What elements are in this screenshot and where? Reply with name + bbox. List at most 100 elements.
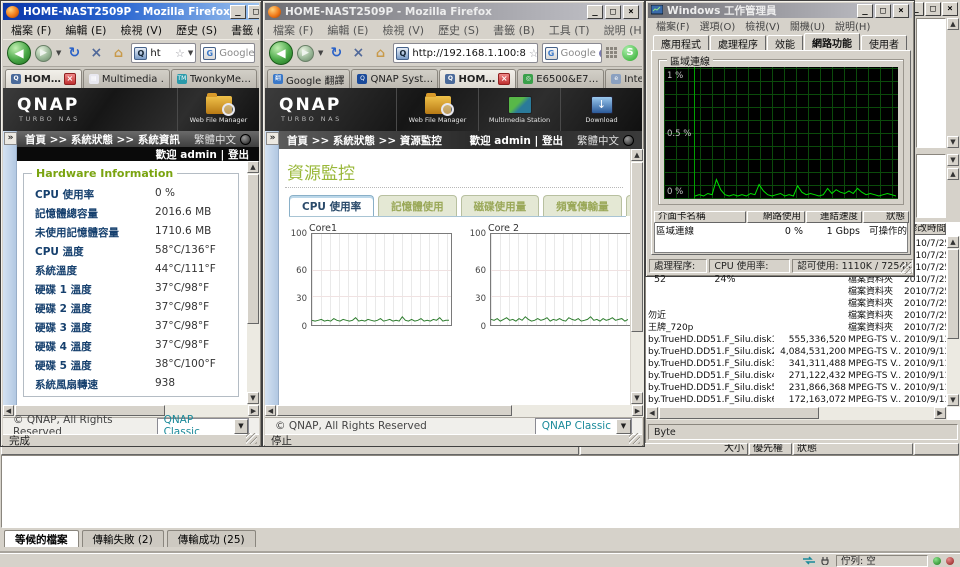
tab-label[interactable]: HOM… bbox=[24, 74, 61, 85]
tab-label[interactable]: Intel® Core… bbox=[624, 74, 642, 85]
file-row[interactable]: by.TrueHD.DD51.F_Silu.disk2.ts 4,084,531,… bbox=[646, 346, 946, 358]
queue-list[interactable] bbox=[1, 455, 959, 528]
menu-item[interactable]: 檢視 (V) bbox=[382, 22, 424, 38]
welcome-logout[interactable]: 歡迎 admin | 登出 bbox=[470, 133, 563, 148]
reload-icon[interactable]: ↻ bbox=[327, 45, 345, 61]
resize-grip[interactable] bbox=[901, 263, 912, 274]
file-list-hscrollbar[interactable]: ◀ ▶ bbox=[646, 407, 947, 420]
search-magnifier-icon[interactable] bbox=[598, 48, 601, 58]
bookmark-star-icon[interactable]: ☆ bbox=[175, 47, 185, 60]
search-text[interactable]: Google bbox=[561, 48, 596, 59]
qnap-app-web-file-manager[interactable]: Web File Manager bbox=[396, 88, 478, 131]
adapter-column-header[interactable]: 狀態 bbox=[863, 211, 909, 223]
welcome-logout[interactable]: 歡迎 admin | 登出 bbox=[156, 147, 249, 162]
taskmgr-tab[interactable]: 網路功能 bbox=[804, 33, 860, 51]
close-button[interactable]: × bbox=[623, 4, 639, 19]
menu-item[interactable]: 歷史 (S) bbox=[438, 22, 479, 38]
taskmgr-tab[interactable]: 使用者 bbox=[861, 35, 907, 51]
stop-icon[interactable]: × bbox=[349, 45, 367, 61]
monitor-tab[interactable]: CPU 使用率 bbox=[289, 195, 375, 216]
file-row[interactable]: by.TrueHD.DD51.F_Silu.disk4.ts 271,122,43… bbox=[646, 370, 946, 382]
minimize-button[interactable]: _ bbox=[857, 3, 873, 18]
queue-column-header[interactable]: 優先權 bbox=[749, 443, 792, 455]
maximize-button[interactable]: □ bbox=[875, 3, 891, 18]
globe-icon[interactable] bbox=[240, 133, 251, 145]
background-listbox-bottom[interactable] bbox=[916, 154, 946, 218]
globe-icon[interactable] bbox=[623, 134, 634, 146]
menu-item[interactable]: 檔案 (F) bbox=[11, 22, 51, 38]
browser-tab[interactable]: Q HOM… × bbox=[439, 69, 517, 88]
close-button[interactable]: × bbox=[942, 2, 958, 16]
search-box[interactable]: G Google bbox=[200, 43, 255, 63]
reload-icon[interactable]: ↻ bbox=[65, 45, 83, 61]
titlebar[interactable]: HOME-NAST2509P - Mozilla Firefox _□× bbox=[265, 3, 642, 20]
menu-item[interactable]: 書籤 (B) bbox=[493, 22, 535, 38]
scroll-up-icon[interactable]: ▲ bbox=[947, 18, 959, 30]
extensions-grid-icon[interactable] bbox=[606, 47, 618, 59]
monitor-tab[interactable]: 記憶體使用 bbox=[378, 195, 457, 216]
menu-item[interactable]: 編輯 (E) bbox=[327, 22, 368, 38]
history-dropdown-icon[interactable]: ▼ bbox=[56, 49, 61, 57]
adapter-column-header[interactable]: 介面卡名稱 bbox=[654, 211, 746, 223]
tab-label[interactable]: Multimedia … bbox=[102, 74, 164, 85]
close-button[interactable]: × bbox=[893, 3, 909, 18]
adapter-column-header[interactable]: 網路使用 bbox=[747, 211, 805, 223]
file-row[interactable]: by.TrueHD.DD51.F_Silu.disk3.ts 341,311,48… bbox=[646, 358, 946, 370]
maximize-button[interactable]: □ bbox=[925, 2, 941, 16]
browser-tab[interactable]: TM TwonkyMe… bbox=[170, 69, 258, 88]
address-bar[interactable]: Q ht ☆ ▼ bbox=[131, 43, 197, 63]
sidebar-expand-button[interactable]: » bbox=[4, 132, 17, 145]
monitor-tab[interactable]: 頻寬傳輸量 bbox=[543, 195, 622, 216]
scroll-left-icon[interactable]: ◀ bbox=[265, 405, 276, 416]
scroll-down-icon[interactable]: ▼ bbox=[631, 392, 643, 404]
transfer-tab[interactable]: 傳輸失敗 (2) bbox=[81, 530, 164, 547]
content-vscrollbar[interactable]: ▲ ▼ bbox=[247, 161, 260, 405]
scroll-down-icon[interactable]: ▼ bbox=[247, 392, 259, 404]
scroll-down-icon[interactable]: ▼ bbox=[947, 394, 959, 406]
tab-label[interactable]: Google 翻譯 bbox=[286, 72, 344, 87]
search-box[interactable]: G Google bbox=[541, 43, 602, 63]
tab-label[interactable]: TwonkyMe… bbox=[190, 74, 251, 85]
menu-item[interactable]: 說明 (H) bbox=[604, 22, 642, 38]
maximize-button[interactable]: □ bbox=[605, 4, 621, 19]
tab-close-icon[interactable]: × bbox=[63, 73, 76, 85]
language-selector[interactable]: 繁體中文 bbox=[577, 133, 619, 148]
breadcrumb[interactable]: 首頁 >> 系統狀態 >> 系統資訊 bbox=[25, 132, 180, 147]
menu-item[interactable]: 選項(O) bbox=[700, 18, 736, 33]
sidebar-expand-button[interactable]: » bbox=[266, 132, 279, 145]
qnap-app-web-file-manager[interactable]: Web File Manager bbox=[177, 88, 259, 131]
home-icon[interactable]: ⌂ bbox=[109, 46, 127, 61]
transfer-tab[interactable]: 等候的檔案 bbox=[4, 530, 79, 547]
maximize-button[interactable]: □ bbox=[247, 4, 259, 19]
scroll-right-icon[interactable]: ▶ bbox=[934, 407, 946, 419]
menu-item[interactable]: 檢視(V) bbox=[745, 18, 780, 33]
skype-icon[interactable]: S bbox=[622, 45, 638, 61]
titlebar[interactable]: HOME-NAST2509P - Mozilla Firefox _□× bbox=[3, 3, 259, 20]
scroll-up-icon[interactable]: ▲ bbox=[947, 236, 959, 248]
forward-button[interactable]: ▶ bbox=[35, 44, 52, 62]
menu-item[interactable]: 編輯 (E) bbox=[65, 22, 106, 38]
menu-item[interactable]: 說明(H) bbox=[835, 18, 870, 33]
address-dropdown-icon[interactable]: ▼ bbox=[188, 49, 193, 57]
browser-tab[interactable]: ◎ E6500&E7… bbox=[517, 69, 605, 88]
browser-tab[interactable]: ▤ Multimedia … bbox=[82, 69, 170, 88]
browser-tab[interactable]: Q QNAP Syst… bbox=[351, 69, 439, 88]
adapter-column-header[interactable]: 連結速度 bbox=[806, 211, 862, 223]
qnap-app-download[interactable]: ↓ Download bbox=[560, 88, 642, 131]
tab-label[interactable]: QNAP Syst… bbox=[370, 74, 432, 85]
menu-item[interactable]: 書籤 (B) bbox=[231, 22, 259, 38]
menu-item[interactable]: 歷史 (S) bbox=[176, 22, 217, 38]
titlebar[interactable]: Windows 工作管理員 _ □ × bbox=[648, 3, 912, 18]
taskmgr-tab[interactable]: 效能 bbox=[767, 35, 803, 51]
file-row[interactable]: by.TrueHD.DD51.F_Silu.disk1.ts 555,336,52… bbox=[646, 334, 946, 346]
scroll-up-icon[interactable]: ▲ bbox=[631, 149, 643, 161]
home-icon[interactable]: ⌂ bbox=[371, 46, 389, 61]
menu-item[interactable]: 工具 (T) bbox=[549, 22, 590, 38]
file-row[interactable]: 王牌_720p 檔案資料夾 2010/7/25 下· bbox=[646, 322, 946, 334]
file-row[interactable]: by.TrueHD.DD51.F_Silu.disk6.ts 172,163,07… bbox=[646, 394, 946, 406]
monitor-tab[interactable]: 磁碟使用量 bbox=[460, 195, 540, 216]
language-selector[interactable]: 繁體中文 bbox=[194, 132, 236, 147]
scroll-up-icon[interactable]: ▲ bbox=[947, 168, 959, 180]
tab-close-icon[interactable]: × bbox=[498, 73, 511, 85]
tab-list-dropdown-icon[interactable]: ▾ bbox=[258, 78, 259, 88]
